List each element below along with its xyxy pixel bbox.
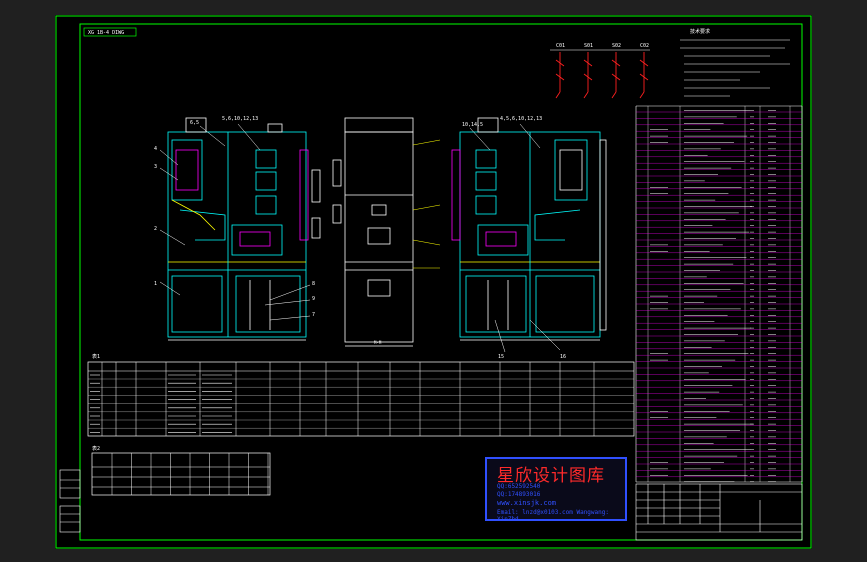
callout-right-4: 15: [498, 354, 504, 360]
sld-tag-4: C02: [640, 43, 649, 49]
watermark-line-3: www.xinsjk.com: [497, 499, 557, 507]
callout-right-1: 4,5,6,10,12,13: [500, 116, 542, 122]
callout-left-2: 5,6,10,12,13: [222, 116, 258, 122]
corner-tag-text: XG 1B-4 DIWG: [88, 30, 124, 36]
sld-tag-3: S02: [612, 43, 621, 49]
notes-header: 技术要求: [690, 28, 710, 35]
watermark-line-2: QQ:174893016: [497, 491, 541, 498]
sld-tag-2: S01: [584, 43, 593, 49]
callout-left-7: 8: [312, 281, 315, 287]
table2-label: 表2: [92, 445, 100, 452]
cad-drawing-canvas: XG 1B-4 DIWG 6,5 5,6,10,12,13 2 1 4 3 8 …: [55, 15, 812, 549]
callout-left-9: 7: [312, 312, 315, 318]
watermark-line-1: QQ:652592540: [497, 483, 541, 490]
callout-left-3: 2: [154, 226, 157, 232]
callout-left-8: 9: [312, 296, 315, 302]
callout-left-6: 3: [154, 164, 157, 170]
callout-right-2: 10,14,5: [462, 122, 483, 128]
sld-tag-1: C01: [556, 43, 565, 49]
callout-left-1: 6,5: [190, 120, 199, 126]
view-label-middle: M-M: [374, 340, 382, 345]
callout-left-5: 4: [154, 146, 157, 152]
callout-right-3: 16: [560, 354, 566, 360]
callout-left-4: 1: [154, 281, 157, 287]
watermark-box: 星欣设计图库 QQ:652592540 QQ:174893016 www.xin…: [485, 457, 627, 523]
table1-label: 表1: [92, 353, 100, 360]
watermark-line-4: Email: lnzd@x0103.com Wangwang: XinZhd: [497, 509, 609, 523]
